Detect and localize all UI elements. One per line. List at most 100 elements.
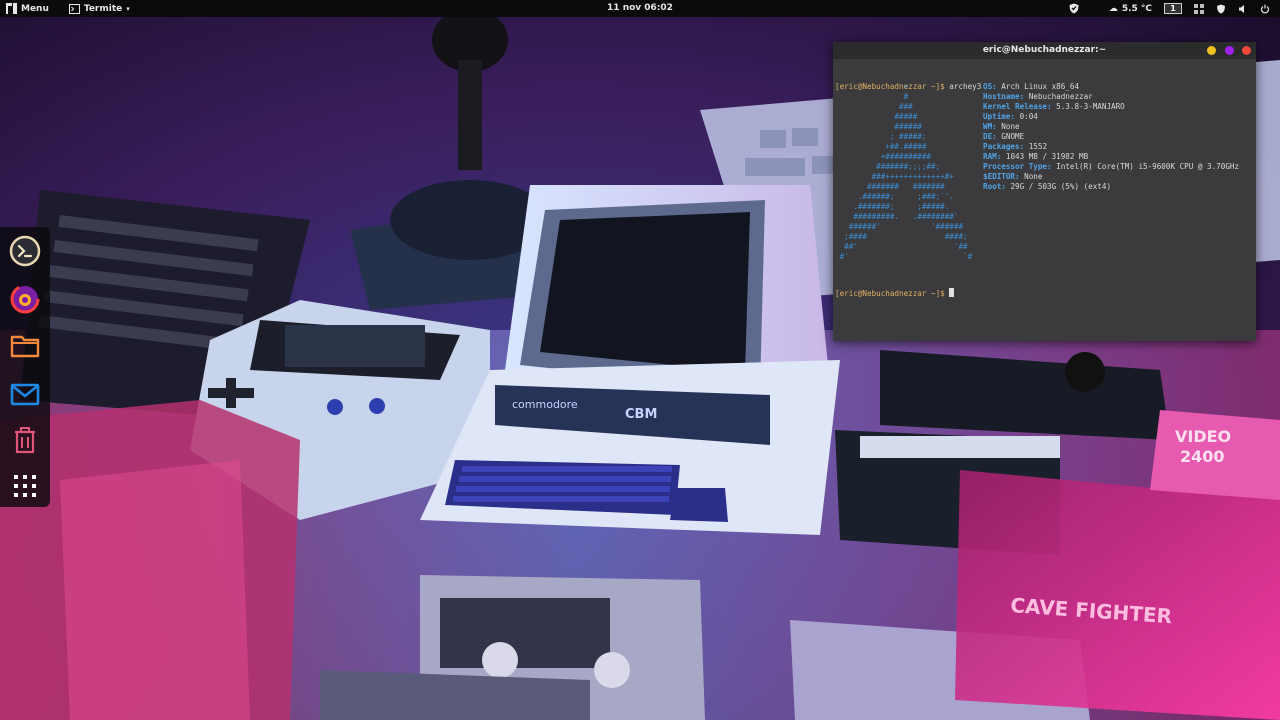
- info-key: DE:: [983, 132, 997, 141]
- info-key: Processor Type:: [983, 162, 1052, 171]
- volume-button[interactable]: [1232, 0, 1254, 17]
- info-row: Root: 29G / 503G (5%) (ext4): [983, 182, 1239, 192]
- info-row: Processor Type: Intel(R) Core(TM) i5-960…: [983, 162, 1239, 172]
- logo-line: #######;;;;##;: [835, 162, 941, 171]
- logo-line: +: [835, 82, 909, 91]
- app-menu-label: Termite: [83, 3, 123, 14]
- cloud-icon: ☁: [1108, 3, 1118, 14]
- close-button[interactable]: [1242, 46, 1251, 55]
- info-value: 1552: [1028, 142, 1048, 151]
- top-panel: Menu Termite ▾ 11 nov 06:02 ☁ 5.5 °C 1: [0, 0, 1280, 17]
- dock-item-show-apps[interactable]: [9, 470, 41, 502]
- info-row: Hostname: Nebuchadnezzar: [983, 92, 1239, 102]
- logo-line: .######; ;###;`'.: [835, 192, 954, 201]
- terminal-content[interactable]: [eric@Nebuchadnezzar ~]$ archey3 + # ###…: [833, 59, 1256, 341]
- info-value: Intel(R) Core(TM) i5-9600K CPU @ 3.70GHz: [1056, 162, 1240, 171]
- info-row: RAM: 1043 MB / 31982 MB: [983, 152, 1239, 162]
- power-menu-button[interactable]: [1254, 0, 1276, 17]
- info-value: 5.3.8-3-MANJARO: [1056, 102, 1125, 111]
- info-row: WM: None: [983, 122, 1239, 132]
- info-row: DE: GNOME: [983, 132, 1239, 142]
- terminal-window[interactable]: eric@Nebuchadnezzar:~ [eric@Nebuchadnezz…: [833, 42, 1256, 341]
- text-cursor: [949, 288, 955, 297]
- temperature-label: 5.5 °C: [1121, 3, 1152, 14]
- logo-line: ######: [835, 122, 922, 131]
- logo-line: ;#### ####;: [835, 232, 968, 241]
- logo-line: ####### #######: [835, 182, 945, 191]
- logo-line: .#######; ;#####.: [835, 202, 950, 211]
- workspace-indicator[interactable]: 1: [1158, 0, 1188, 17]
- info-row: OS: Arch Linux x86_64: [983, 82, 1239, 92]
- minimize-button[interactable]: [1207, 46, 1216, 55]
- info-key: WM:: [983, 122, 997, 131]
- svg-text:2400: 2400: [1180, 447, 1225, 466]
- info-key: Packages:: [983, 142, 1025, 151]
- security-indicator[interactable]: [1210, 0, 1232, 17]
- app-grid-icon: [14, 475, 36, 497]
- info-key: Root:: [983, 182, 1006, 191]
- speaker-icon: [1239, 4, 1244, 13]
- grid-layout-icon: [1194, 3, 1204, 14]
- clock[interactable]: 11 nov 06:02: [607, 3, 673, 13]
- info-key: Hostname:: [983, 92, 1025, 101]
- folder-icon: [10, 335, 40, 358]
- power-icon: [1260, 4, 1270, 13]
- workspace-number: 1: [1164, 3, 1182, 14]
- arch-logo: + # ### ##### ###### ; #####; +##.##### …: [835, 82, 973, 262]
- dock-item-trash[interactable]: [9, 424, 41, 456]
- info-value: 1043 MB / 31982 MB: [1005, 152, 1089, 161]
- dock-item-mail[interactable]: [9, 378, 41, 410]
- trash-icon: [15, 427, 35, 454]
- info-key: $EDITOR:: [983, 172, 1020, 181]
- dock-item-firefox[interactable]: [9, 283, 41, 315]
- logo-line: ###+++++++++++++#+: [835, 172, 954, 181]
- maximize-button[interactable]: [1225, 46, 1234, 55]
- vpn-indicator[interactable]: [1063, 0, 1085, 17]
- info-value: Nebuchadnezzar: [1028, 92, 1093, 101]
- info-row: Uptime: 0:04: [983, 112, 1239, 122]
- info-key: OS:: [983, 82, 997, 91]
- logo-line: ###: [835, 102, 913, 111]
- window-title: eric@Nebuchadnezzar:~: [982, 45, 1107, 55]
- security-shield-icon: [1217, 4, 1225, 13]
- info-value: 29G / 503G (5%) (ext4): [1010, 182, 1112, 191]
- window-tiling-button[interactable]: [1188, 0, 1210, 17]
- info-key: Uptime:: [983, 112, 1016, 121]
- svg-text:VIDEO: VIDEO: [1175, 427, 1231, 446]
- info-key: Kernel Release:: [983, 102, 1052, 111]
- command-line-active: [eric@Nebuchadnezzar ~]$: [835, 288, 955, 299]
- info-value: Arch Linux x86_64: [1001, 82, 1080, 91]
- shield-icon: [1069, 3, 1079, 14]
- manjaro-logo-icon: [6, 3, 17, 14]
- info-value: GNOME: [1001, 132, 1025, 141]
- dock-item-terminal[interactable]: [9, 235, 41, 267]
- logo-line: ; #####;: [835, 132, 927, 141]
- mail-icon: [10, 383, 40, 406]
- terminal-titlebar[interactable]: eric@Nebuchadnezzar:~: [833, 42, 1256, 59]
- terminal-window-icon: [68, 3, 80, 14]
- logo-line: +##.#####: [835, 142, 927, 151]
- menu-button[interactable]: Menu: [0, 0, 55, 17]
- svg-text:commodore: commodore: [512, 398, 578, 411]
- logo-line: ##' '##: [835, 242, 968, 251]
- firefox-icon: [10, 284, 40, 314]
- logo-line: #: [835, 92, 909, 101]
- dash-dock: [0, 227, 50, 507]
- svg-text:CBM: CBM: [625, 407, 657, 422]
- app-menu-button[interactable]: Termite ▾: [63, 0, 136, 17]
- menu-label: Menu: [21, 3, 49, 14]
- logo-line: ######' '######: [835, 222, 964, 231]
- system-info: OS: Arch Linux x86_64 Hostname: Nebuchadn…: [983, 82, 1239, 192]
- dock-item-files[interactable]: [9, 330, 41, 362]
- info-row: Kernel Release: 5.3.8-3-MANJARO: [983, 102, 1239, 112]
- chevron-down-icon: ▾: [126, 4, 130, 13]
- logo-line: #' `#: [835, 252, 973, 261]
- info-value: 0:04: [1019, 112, 1038, 121]
- weather-indicator[interactable]: ☁ 5.5 °C: [1103, 0, 1158, 17]
- info-value: None: [1024, 172, 1043, 181]
- prompt-active: [eric@Nebuchadnezzar ~]$: [835, 289, 950, 298]
- info-value: None: [1001, 122, 1020, 131]
- info-row: Packages: 1552: [983, 142, 1239, 152]
- info-key: RAM:: [983, 152, 1002, 161]
- logo-line: #####: [835, 112, 918, 121]
